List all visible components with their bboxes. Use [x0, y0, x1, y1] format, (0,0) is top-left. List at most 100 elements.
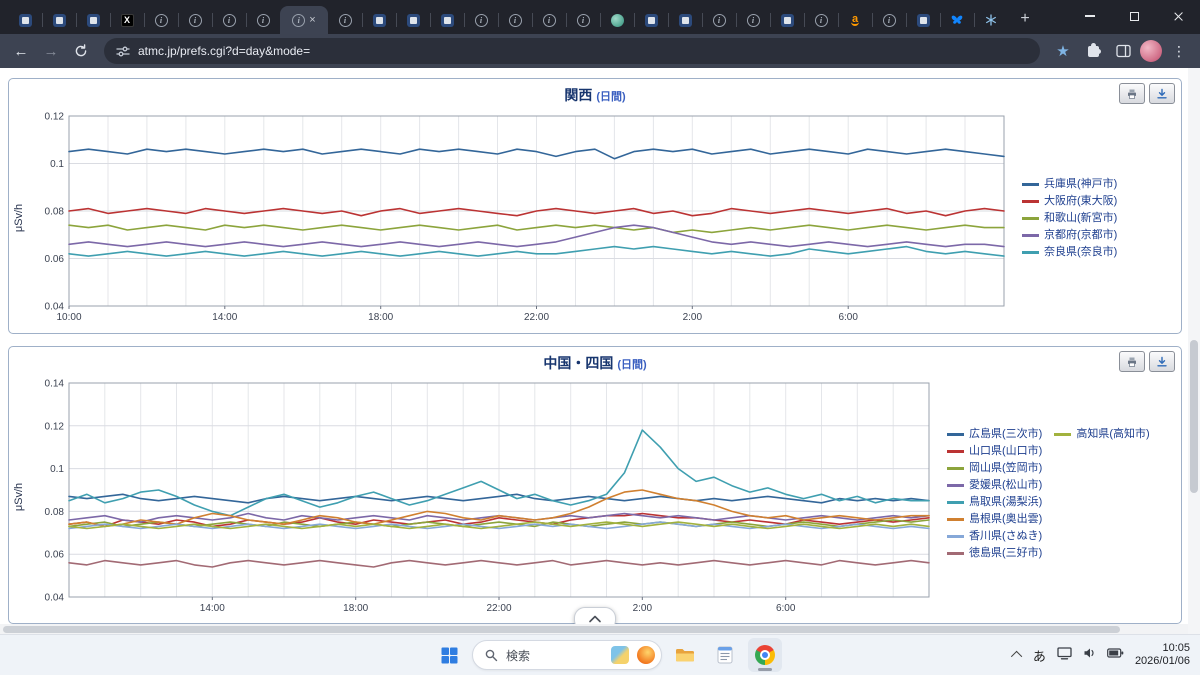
tab[interactable]: i: [532, 6, 566, 34]
info-circle-favicon: i: [882, 13, 896, 27]
tab[interactable]: [940, 6, 974, 34]
chrome-button[interactable]: [748, 638, 782, 672]
taskbar-search-box[interactable]: 検索: [472, 640, 662, 670]
tab[interactable]: i: [804, 6, 838, 34]
reload-button[interactable]: [68, 38, 94, 64]
taskbar-clock[interactable]: 10:05 2026/01/06: [1135, 642, 1190, 668]
info-circle-favicon: i: [292, 13, 306, 27]
tab[interactable]: [8, 6, 42, 34]
tab[interactable]: i: [328, 6, 362, 34]
info-circle-favicon: i: [188, 13, 202, 27]
profile-avatar[interactable]: [1140, 40, 1162, 62]
legend-item[interactable]: 広島県(三次市): [947, 427, 1042, 441]
legend-item[interactable]: 兵庫県(神戸市): [1022, 177, 1117, 191]
tray-overflow-button[interactable]: [1010, 650, 1023, 663]
minimize-button[interactable]: [1068, 0, 1112, 32]
kansai-chart-plot: 0.04 0.06 0.08 0.1 0.12 10:00 14:00 18:00 22:00 2…: [45, 112, 1005, 323]
legend-swatch: [1022, 233, 1039, 237]
tab[interactable]: i: [702, 6, 736, 34]
x-tick-label: 2:00: [683, 312, 703, 323]
display-tray-button[interactable]: [1057, 646, 1072, 665]
maximize-button[interactable]: [1112, 0, 1156, 32]
system-tray: あ 10:05 2026/01/06: [1010, 635, 1190, 675]
legend-item[interactable]: 島根県(奥出雲): [947, 512, 1042, 526]
file-explorer-button[interactable]: [668, 638, 702, 672]
active-tab[interactable]: i ×: [280, 6, 328, 34]
download-button[interactable]: [1149, 83, 1175, 104]
tab[interactable]: [974, 6, 1008, 34]
print-button[interactable]: [1119, 351, 1145, 372]
side-panel-button[interactable]: [1110, 38, 1136, 64]
tab[interactable]: [362, 6, 396, 34]
legend-item[interactable]: 山口県(山口市): [947, 444, 1042, 458]
notepad-button[interactable]: [708, 638, 742, 672]
vertical-scrollbar-thumb[interactable]: [1190, 340, 1198, 494]
chugoku-chart-plot: 0.04 0.06 0.08 0.1 0.12 0.14 14:00 18:00 22:00 2:…: [45, 379, 930, 614]
tab[interactable]: [430, 6, 464, 34]
legend-item[interactable]: 徳島県(三好市): [947, 546, 1042, 560]
site-square-favicon: [644, 13, 658, 27]
legend-item[interactable]: 奈良県(奈良市): [1022, 245, 1117, 259]
tab[interactable]: [42, 6, 76, 34]
legend-item[interactable]: 京都府(京都市): [1022, 228, 1117, 242]
tab[interactable]: [634, 6, 668, 34]
printer-icon: [1128, 357, 1136, 367]
tab[interactable]: [76, 6, 110, 34]
tab[interactable]: i: [736, 6, 770, 34]
legend-item[interactable]: 香川県(さぬき): [947, 529, 1042, 543]
tab[interactable]: [600, 6, 634, 34]
print-button[interactable]: [1119, 83, 1145, 104]
kansai-chart-area: μSv/h 0.04 0.06 0.08 0.1 0.12 10:00 14:00 18:00…: [9, 105, 1181, 331]
legend-item[interactable]: 鳥取県(湯梨浜): [947, 495, 1042, 509]
legend-item[interactable]: 和歌山(新宮市): [1022, 211, 1117, 225]
tab-strip: Xi i i i i × i i i i i i i i a i +: [0, 0, 1200, 34]
tab[interactable]: i: [144, 6, 178, 34]
tab[interactable]: i: [566, 6, 600, 34]
volume-tray-button[interactable]: [1083, 646, 1096, 664]
tab-close-icon[interactable]: ×: [309, 14, 315, 26]
legend-item[interactable]: 岡山県(笠岡市): [947, 461, 1042, 475]
legend-swatch: [947, 517, 964, 521]
browser-menu-button[interactable]: ⋮: [1166, 38, 1192, 64]
extensions-button[interactable]: [1080, 38, 1106, 64]
tab[interactable]: [668, 6, 702, 34]
ime-indicator[interactable]: あ: [1033, 646, 1046, 665]
tab[interactable]: i: [212, 6, 246, 34]
side-panel-icon: [1115, 44, 1131, 58]
back-button[interactable]: ←: [8, 38, 34, 64]
tab[interactable]: [396, 6, 430, 34]
close-button[interactable]: [1156, 0, 1200, 32]
forward-button[interactable]: →: [38, 38, 64, 64]
horizontal-scrollbar-thumb[interactable]: [3, 626, 1120, 633]
address-bar[interactable]: atmc.jp/prefs.cgi?d=day&mode=: [104, 38, 1040, 64]
tab[interactable]: a: [838, 6, 872, 34]
legend-label: 和歌山(新宮市): [1044, 212, 1118, 224]
download-button[interactable]: [1149, 351, 1175, 372]
new-tab-button[interactable]: +: [1012, 6, 1038, 32]
battery-tray-button[interactable]: [1107, 646, 1124, 664]
tab[interactable]: i: [246, 6, 280, 34]
chugoku-panel-header: 中国・四国 (日間): [9, 347, 1181, 373]
site-square-favicon: [18, 13, 32, 27]
legend-item[interactable]: 大阪府(東大阪): [1022, 194, 1117, 208]
tab[interactable]: i: [498, 6, 532, 34]
window-controls: [1068, 0, 1200, 32]
info-circle-favicon: i: [576, 13, 590, 27]
legend-item[interactable]: 高知県(高知市): [1054, 427, 1150, 441]
start-button[interactable]: [432, 638, 466, 672]
bookmark-star-button[interactable]: ★: [1050, 38, 1076, 64]
tab[interactable]: i: [872, 6, 906, 34]
tab[interactable]: i: [464, 6, 498, 34]
site-square-favicon: [406, 13, 420, 27]
tab[interactable]: [906, 6, 940, 34]
tab[interactable]: [770, 6, 804, 34]
tab[interactable]: i: [178, 6, 212, 34]
kansai-chart-title: 関西: [564, 87, 593, 103]
x-logo-favicon: X: [120, 13, 134, 27]
tab[interactable]: X: [110, 6, 144, 34]
legend-item[interactable]: 愛媛県(松山市): [947, 478, 1042, 492]
legend-label: 香川県(さぬき): [969, 530, 1043, 542]
legend-swatch: [947, 483, 964, 487]
legend-label: 島根県(奥出雲): [969, 513, 1043, 525]
battery-icon: [1107, 648, 1124, 658]
